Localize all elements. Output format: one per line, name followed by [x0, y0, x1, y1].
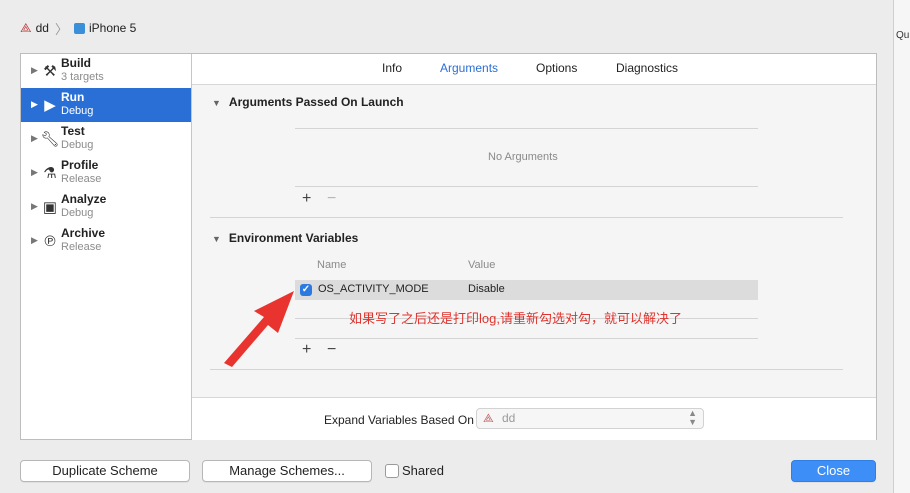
disclosure-triangle-icon[interactable]: ▼	[212, 234, 221, 244]
sidebar-item-test[interactable]: ▶ 🔧︎ Test Debug	[21, 122, 191, 156]
arguments-section-header[interactable]: ▼ Arguments Passed On Launch	[212, 95, 404, 109]
play-icon: ▶	[44, 97, 56, 114]
disclosure-triangle-icon[interactable]: ▶	[31, 235, 38, 246]
arguments-tab-body: ▼ Arguments Passed On Launch No Arguments…	[192, 85, 876, 397]
hammer-icon: ⚒	[43, 63, 57, 80]
remove-argument-button[interactable]: −	[327, 191, 336, 207]
instruments-icon: ⚗	[43, 165, 57, 182]
background-window-edge: Qui	[893, 0, 910, 493]
sidebar-item-label: Build	[61, 56, 91, 70]
divider	[295, 128, 758, 129]
expand-variables-label: Expand Variables Based On	[324, 413, 474, 427]
sidebar-item-sublabel: Debug	[61, 139, 94, 151]
scheme-actions-sidebar: ▶ ⚒ Build 3 targets ▶ ▶ Run Debug ▶ 🔧︎ T…	[21, 54, 192, 439]
shared-checkbox-label[interactable]: Shared	[402, 463, 444, 478]
expand-variables-value: dd	[502, 411, 516, 425]
scheme-action-content: Info Arguments Options Diagnostics ▼ Argu…	[192, 54, 876, 440]
tab-options[interactable]: Options	[536, 61, 577, 75]
sidebar-item-sublabel: Release	[61, 241, 102, 253]
environment-section-title: Environment Variables	[228, 231, 359, 245]
expand-variables-select[interactable]: ⟁ dd ▲ ▼	[476, 408, 704, 429]
sidebar-item-analyze[interactable]: ▶ ▣ Analyze Debug	[21, 190, 191, 224]
project-icon: ⟁	[483, 411, 494, 425]
duplicate-scheme-button[interactable]: Duplicate Scheme	[20, 460, 190, 482]
env-var-value[interactable]: Disable	[468, 283, 505, 295]
sidebar-item-label: Profile	[61, 158, 99, 172]
tab-arguments[interactable]: Arguments	[440, 61, 498, 75]
disclosure-triangle-icon[interactable]: ▶	[31, 133, 38, 144]
tab-diagnostics[interactable]: Diagnostics	[616, 61, 678, 75]
sidebar-item-profile[interactable]: ▶ ⚗ Profile Release	[21, 156, 191, 190]
wrench-icon: 🔧︎	[40, 131, 60, 148]
divider	[295, 338, 758, 339]
disclosure-triangle-icon[interactable]: ▶	[31, 99, 38, 110]
disclosure-triangle-icon[interactable]: ▶	[31, 167, 38, 178]
archive-icon: ℗	[44, 232, 56, 250]
column-header-value[interactable]: Value	[468, 259, 495, 271]
chevron-updown-icon: ▲ ▼	[688, 408, 697, 427]
close-button[interactable]: Close	[791, 460, 876, 482]
environment-section-header[interactable]: ▼ Environment Variables	[212, 231, 358, 245]
disclosure-triangle-icon[interactable]: ▼	[212, 98, 221, 108]
column-header-name[interactable]: Name	[317, 259, 346, 271]
manage-schemes-button[interactable]: Manage Schemes...	[202, 460, 372, 482]
section-divider	[210, 217, 843, 218]
divider	[295, 186, 758, 187]
tab-info[interactable]: Info	[382, 61, 402, 75]
sidebar-item-sublabel: 3 targets	[61, 71, 104, 83]
device-icon	[73, 22, 85, 34]
arguments-section-title: Arguments Passed On Launch	[228, 95, 404, 109]
tab-bar: Info Arguments Options Diagnostics	[192, 54, 876, 85]
annotation-arrow-icon	[224, 291, 294, 367]
disclosure-triangle-icon[interactable]: ▶	[31, 65, 38, 76]
breadcrumb-project[interactable]: dd	[36, 21, 49, 35]
sidebar-item-run[interactable]: ▶ ▶ Run Debug	[21, 88, 191, 122]
table-row[interactable]: ✓ OS_ACTIVITY_MODE Disable	[295, 280, 758, 300]
breadcrumb-separator: 〉	[54, 21, 68, 37]
add-argument-button[interactable]: +	[302, 191, 311, 207]
sidebar-item-label: Test	[61, 124, 85, 138]
sidebar-item-sublabel: Debug	[61, 105, 94, 117]
annotation-text: 如果写了之后还是打印log,请重新勾选对勾，就可以解决了	[349, 311, 682, 326]
env-var-name[interactable]: OS_ACTIVITY_MODE	[318, 283, 429, 295]
expand-variables-footer: Expand Variables Based On ⟁ dd ▲ ▼	[192, 397, 876, 440]
sidebar-item-build[interactable]: ▶ ⚒ Build 3 targets	[21, 54, 191, 88]
disclosure-triangle-icon[interactable]: ▶	[31, 201, 38, 212]
sidebar-item-sublabel: Debug	[61, 207, 94, 219]
sidebar-item-label: Analyze	[61, 192, 107, 206]
breadcrumb-device[interactable]: iPhone 5	[89, 21, 136, 35]
no-arguments-placeholder: No Arguments	[488, 151, 558, 163]
background-window-text: Qui	[896, 30, 910, 41]
section-divider	[210, 369, 843, 370]
remove-env-var-button[interactable]: −	[327, 342, 336, 358]
scheme-breadcrumb[interactable]: ⟁ dd 〉 iPhone 5	[20, 18, 136, 38]
shared-checkbox[interactable]	[385, 464, 399, 478]
scheme-editor-panel: ▶ ⚒ Build 3 targets ▶ ▶ Run Debug ▶ 🔧︎ T…	[20, 53, 877, 440]
analyze-icon: ▣	[42, 199, 58, 216]
project-icon: ⟁	[20, 20, 32, 35]
sidebar-item-label: Run	[61, 90, 85, 104]
add-env-var-button[interactable]: +	[302, 342, 311, 358]
sidebar-item-archive[interactable]: ▶ ℗ Archive Release	[21, 224, 191, 258]
sidebar-item-sublabel: Release	[61, 173, 102, 185]
sidebar-item-label: Archive	[61, 226, 106, 240]
